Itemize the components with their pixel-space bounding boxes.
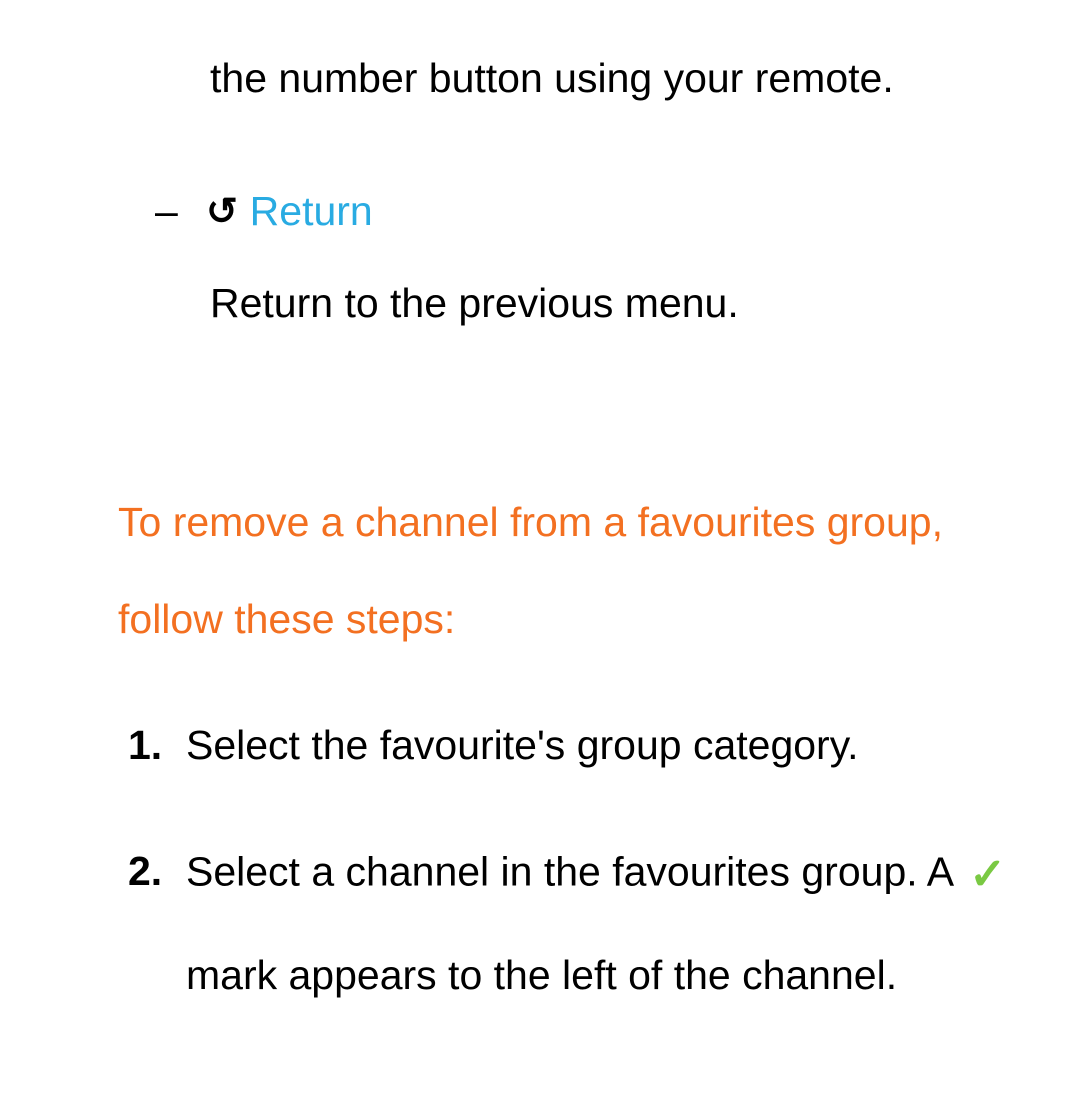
partial-instruction-text: the number button using your remote. [210,30,1000,126]
step-text-after: mark appears to the left of the channel. [186,952,897,998]
return-icon: ↻ [206,184,238,241]
step-number: 1. [128,697,172,793]
return-label: Return [250,181,373,243]
step-item-2: 2. Select a channel in the favourites gr… [128,823,1040,1023]
step-item-1: 1. Select the favourite's group category… [128,697,1040,793]
section-heading: To remove a channel from a favourites gr… [118,474,1020,667]
return-description: Return to the previous menu. [210,273,1060,335]
return-item: – ↻ Return [155,181,1060,243]
dash-bullet: – [155,181,178,243]
step-text: Select a channel in the favourites group… [186,823,1040,1023]
check-icon: ✓ [969,823,1006,926]
step-text-before: Select a channel in the favourites group… [186,849,963,895]
step-number: 2. [128,823,172,1023]
step-text: Select the favourite's group category. [186,697,1040,793]
